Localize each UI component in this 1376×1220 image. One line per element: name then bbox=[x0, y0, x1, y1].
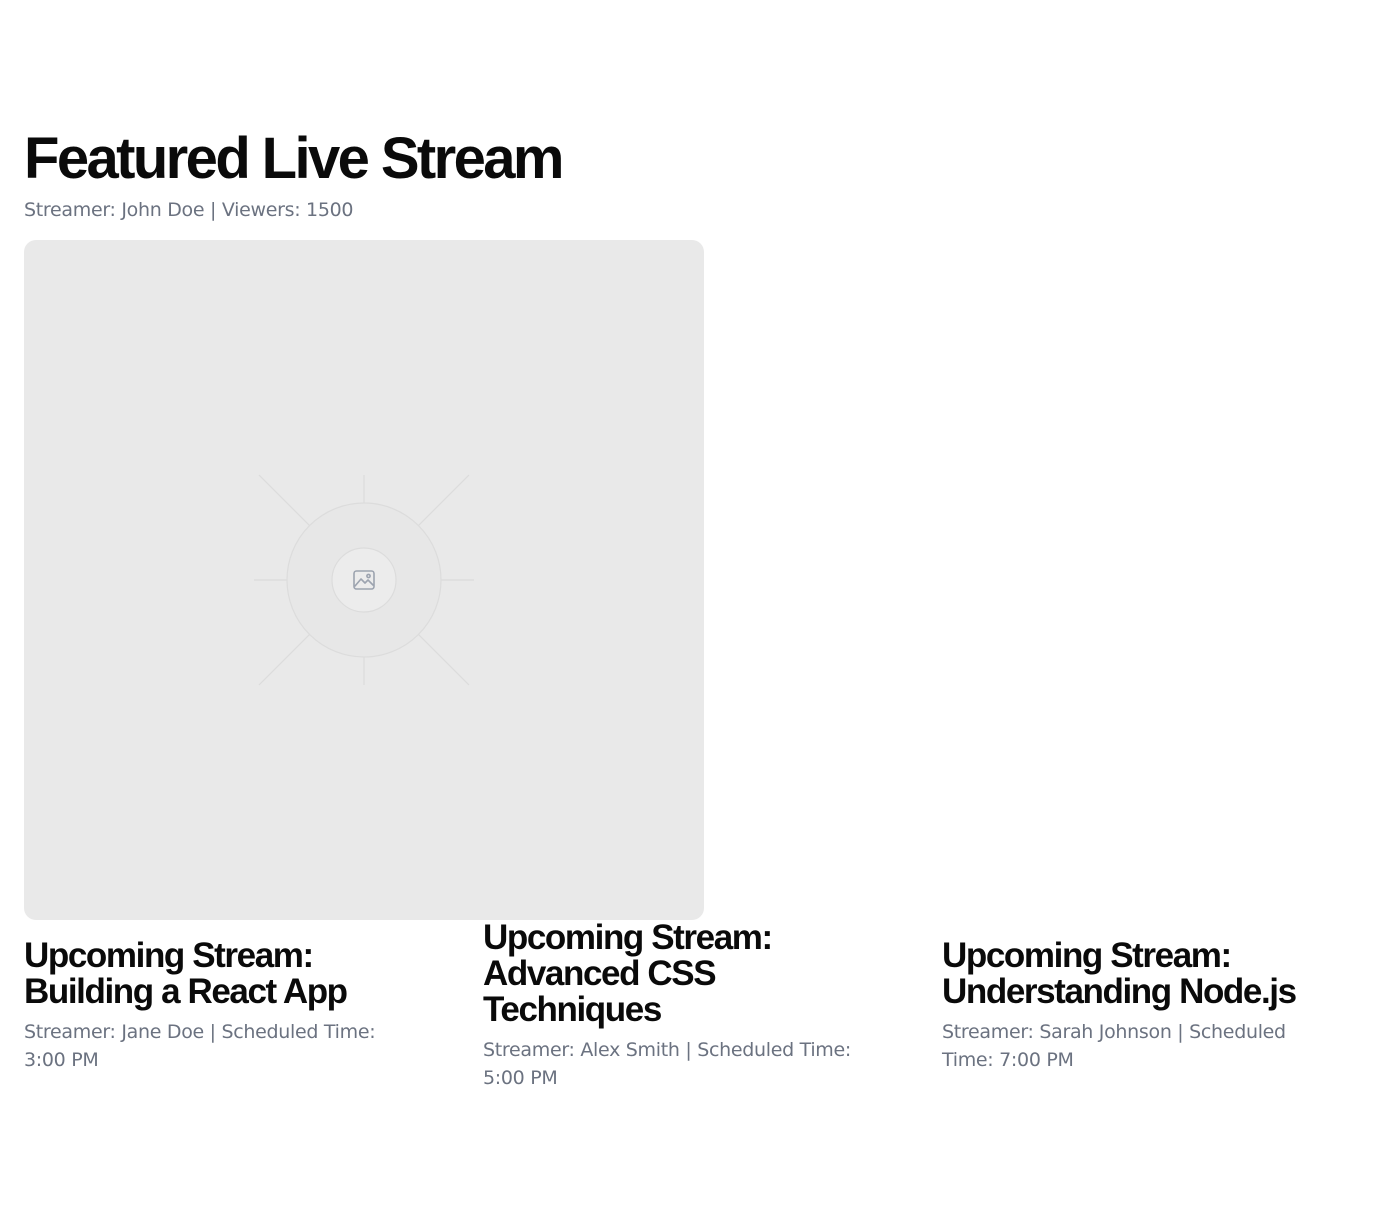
upcoming-stream-title: Upcoming Stream: Understanding Node.js bbox=[942, 936, 1297, 1011]
upcoming-stream-card[interactable]: Upcoming Stream: Building a React App St… bbox=[24, 938, 414, 1074]
upcoming-stream-card[interactable]: Upcoming Stream: Understanding Node.js S… bbox=[942, 938, 1342, 1074]
upcoming-stream-meta: Streamer: Sarah Johnson | Scheduled Time… bbox=[942, 1021, 1286, 1071]
featured-title: Featured Live Stream bbox=[24, 126, 564, 191]
upcoming-stream-meta: Streamer: Alex Smith | Scheduled Time: 5… bbox=[483, 1039, 851, 1089]
upcoming-stream-title: Upcoming Stream: Advanced CSS Techniques bbox=[483, 918, 773, 1029]
image-placeholder-icon bbox=[254, 474, 474, 686]
upcoming-stream-card[interactable]: Upcoming Stream: Advanced CSS Techniques… bbox=[483, 920, 883, 1092]
featured-video-player[interactable] bbox=[24, 240, 704, 920]
upcoming-stream-title: Upcoming Stream: Building a React App bbox=[24, 936, 348, 1011]
upcoming-stream-meta: Streamer: Jane Doe | Scheduled Time: 3:0… bbox=[24, 1021, 376, 1071]
featured-meta: Streamer: John Doe | Viewers: 1500 bbox=[24, 199, 354, 221]
